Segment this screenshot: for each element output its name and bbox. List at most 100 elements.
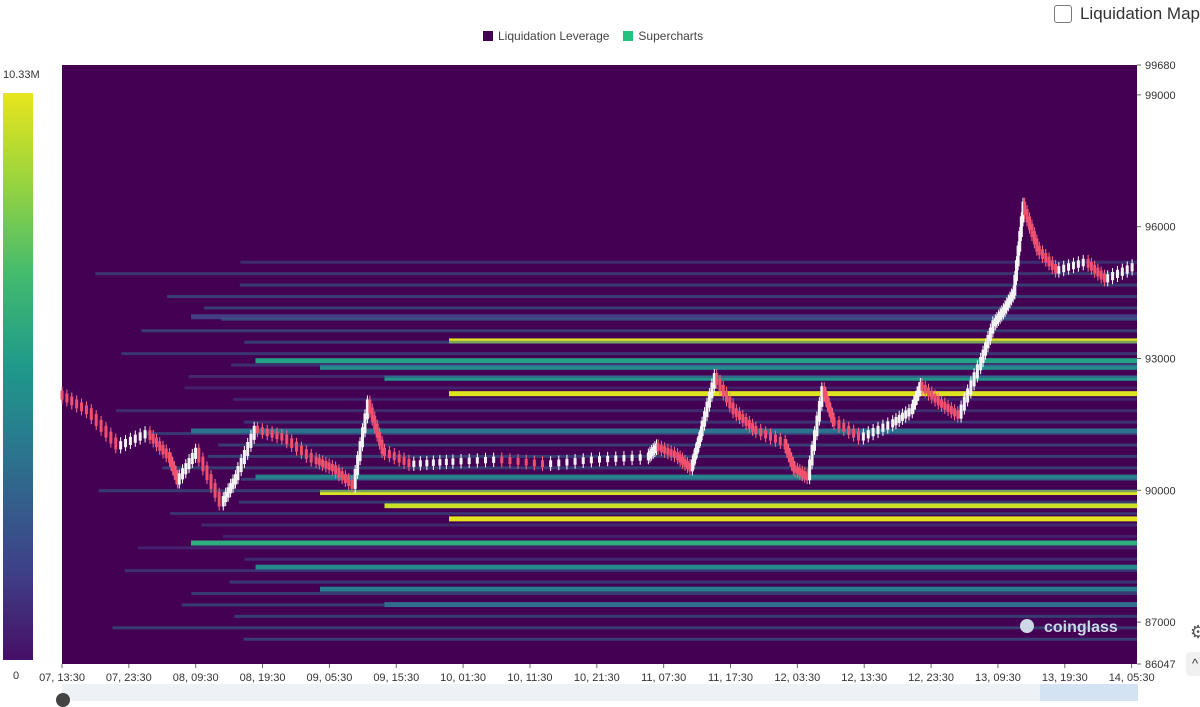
candle-body <box>614 455 618 462</box>
candle-body <box>920 381 924 391</box>
candle-body <box>324 460 328 469</box>
candle-body <box>467 457 471 465</box>
candle-body <box>236 466 240 481</box>
candle-body <box>759 427 763 437</box>
candle-body <box>669 449 673 457</box>
candle-body <box>75 399 79 409</box>
scroll-up-icon[interactable]: ^ <box>1186 652 1200 676</box>
time-range-scrollbar[interactable] <box>62 684 1138 701</box>
candle-body <box>402 456 406 465</box>
candle-body <box>1093 264 1097 274</box>
heat-texture-band <box>95 272 1137 276</box>
candle-body <box>340 471 344 481</box>
candle-body <box>956 410 960 419</box>
candle-body <box>425 459 429 467</box>
candle-body <box>1102 273 1106 283</box>
candle-body <box>84 405 88 415</box>
candle-body <box>190 452 194 465</box>
heat-band <box>255 358 1137 364</box>
heat-texture-band <box>222 534 1137 538</box>
candle-body <box>275 431 279 440</box>
y-tick-label: 96000 <box>1145 222 1176 234</box>
candle-body <box>343 474 347 484</box>
candle-body <box>124 438 128 448</box>
heat-texture-band <box>115 409 1137 413</box>
heat-texture-band <box>241 477 1138 481</box>
candle-body <box>940 399 944 408</box>
candle-body <box>598 456 601 463</box>
heat-texture-band <box>238 500 1137 504</box>
candle-body <box>876 425 880 434</box>
heat-texture-band <box>240 260 1137 264</box>
candle-body <box>265 428 269 437</box>
heat-band <box>449 391 1137 397</box>
watermark-text: coinglass <box>1044 619 1118 636</box>
candle-body <box>718 378 722 391</box>
candle-body <box>350 479 354 489</box>
candle-body <box>65 393 69 403</box>
candle-body <box>1067 263 1071 271</box>
x-tick-label: 11, 07:30 <box>641 672 686 684</box>
candle-body <box>1111 272 1115 281</box>
candle-body <box>738 411 742 421</box>
candle-body <box>60 390 64 400</box>
scrollbar-handle[interactable] <box>56 693 70 707</box>
candle-body <box>630 454 634 462</box>
candle-body <box>483 456 487 464</box>
x-tick-label: 11, 17:30 <box>708 672 753 684</box>
candle-body <box>164 448 168 459</box>
candle-body <box>1071 261 1075 270</box>
candle-body <box>966 388 970 403</box>
candle-body <box>154 437 158 448</box>
candle-body <box>418 460 422 467</box>
candle-body <box>778 436 782 445</box>
heat-texture-band <box>244 340 1137 344</box>
candle-body <box>213 482 217 498</box>
y-tick-label: 99680 <box>1145 60 1176 72</box>
candle-body <box>549 460 553 467</box>
y-tick-label: 93000 <box>1145 354 1176 366</box>
liquidation-heatmap-chart[interactable]: coinglass 99680 99000 96000 93000 90000 87000 8… <box>0 0 1200 701</box>
candle-body <box>242 449 246 465</box>
candle-body <box>1054 263 1058 274</box>
candle-body <box>304 449 308 459</box>
y-tick-label: 87000 <box>1145 617 1176 629</box>
candle-body <box>255 425 259 434</box>
x-tick-label: 08, 09:30 <box>173 672 219 684</box>
heat-texture-band <box>112 626 1138 630</box>
candle-body <box>317 458 321 466</box>
candle-body <box>337 468 341 478</box>
gear-icon[interactable]: ⚙ <box>1190 622 1200 643</box>
candle-body <box>856 431 860 441</box>
candle-body <box>927 387 931 397</box>
candle-body <box>581 457 585 465</box>
heat-texture-band <box>170 512 1137 516</box>
heat-texture-band <box>124 569 1137 573</box>
candle-body <box>1130 263 1134 272</box>
heat-texture-band <box>167 294 1137 298</box>
candle-body <box>217 491 221 507</box>
candle-body <box>148 430 152 440</box>
candle-body <box>412 460 416 467</box>
candle-body <box>972 372 976 387</box>
candle-body <box>923 384 927 394</box>
heat-texture-band <box>231 363 1137 367</box>
candle-body <box>861 432 865 441</box>
candle-body <box>1062 264 1066 273</box>
heat-band <box>191 540 1137 546</box>
candle-body <box>508 457 512 465</box>
candle-body <box>1086 258 1090 268</box>
candle-body <box>314 456 318 465</box>
candle-body <box>1106 274 1110 283</box>
candle-body <box>949 406 953 415</box>
heat-texture-band <box>162 466 1137 470</box>
candle-body <box>438 459 442 466</box>
candle-body <box>866 430 870 439</box>
candle-body <box>194 447 198 459</box>
candle-body <box>431 459 435 466</box>
candle-body <box>842 422 846 432</box>
candle-body <box>290 438 294 448</box>
candle-body <box>1115 269 1119 279</box>
candle-body <box>832 417 836 426</box>
candle-body <box>181 468 185 480</box>
